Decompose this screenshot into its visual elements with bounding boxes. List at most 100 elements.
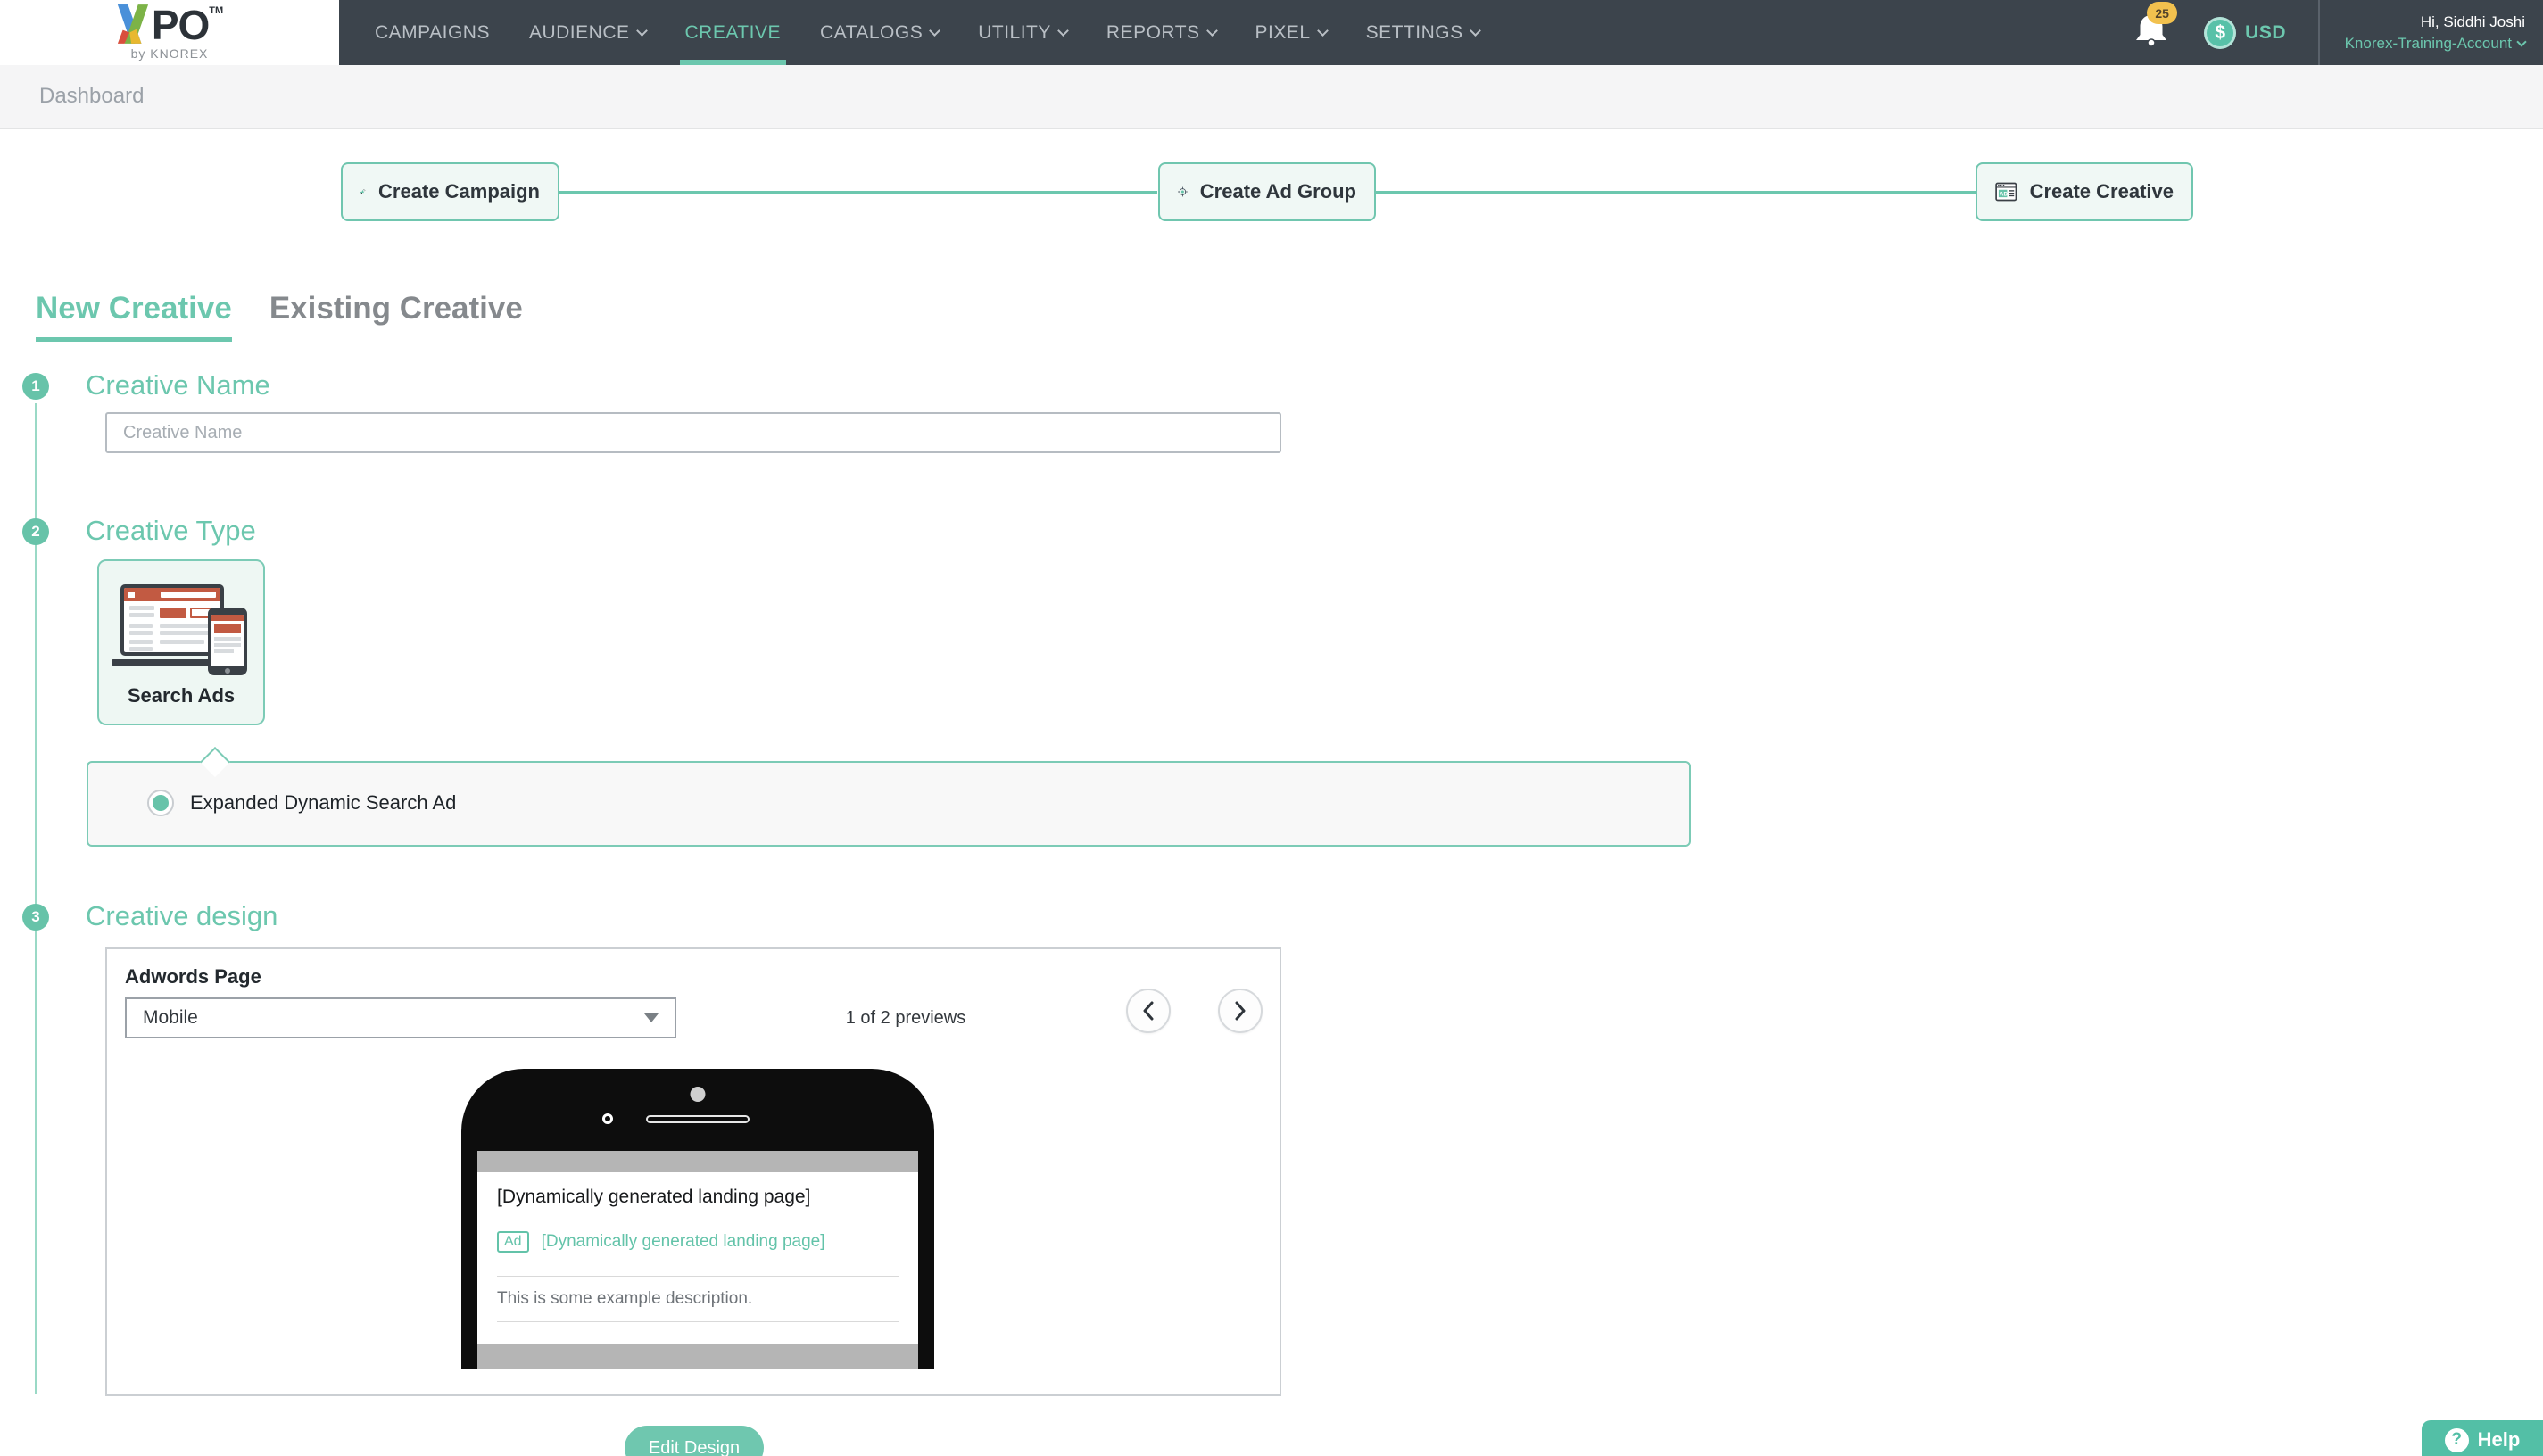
divider [497, 1276, 899, 1277]
dollar-coin-icon: $ [2204, 17, 2236, 49]
phone-speaker-icon [646, 1115, 750, 1123]
chevron-down-icon [929, 25, 940, 37]
notifications-button[interactable]: 25 [2134, 12, 2168, 53]
section-2-title: Creative Type [86, 515, 256, 547]
step-create-creative[interactable]: AD Create Creative [1976, 162, 2193, 221]
stepper-connector [559, 191, 1157, 194]
radio-expanded-dynamic-search-ad[interactable]: Expanded Dynamic Search Ad [147, 790, 456, 816]
top-navbar: PO TM by KNOREX CAMPAIGNS AUDIENCE CREAT… [0, 0, 2543, 65]
chevron-down-icon [636, 25, 648, 37]
phone-frame: [Dynamically generated landing page] Ad … [461, 1069, 934, 1369]
select-caret-icon [644, 1013, 659, 1022]
user-greeting: Hi, Siddhi Joshi [2320, 13, 2525, 31]
creative-subtype-panel: Expanded Dynamic Search Ad [87, 761, 1691, 847]
logo-tm: TM [209, 6, 223, 16]
chevron-down-icon [1057, 25, 1069, 37]
phone-status-bar [477, 1151, 918, 1172]
adwords-page-label: Adwords Page [125, 965, 261, 989]
preview-counter: 1 of 2 previews [794, 1008, 1017, 1029]
nav-item-reports[interactable]: REPORTS [1087, 0, 1236, 65]
divider [497, 1321, 899, 1322]
nav-item-campaigns[interactable]: CAMPAIGNS [355, 0, 509, 65]
xpo-logo[interactable]: PO TM by KNOREX [0, 0, 339, 65]
nav-item-catalogs[interactable]: CATALOGS [800, 0, 958, 65]
nav-label: AUDIENCE [529, 22, 630, 44]
nav-item-pixel[interactable]: PIXEL [1236, 0, 1346, 65]
user-menu[interactable]: Hi, Siddhi Joshi Knorex-Training-Account [2320, 13, 2543, 53]
tab-existing-creative[interactable]: Existing Creative [269, 291, 523, 342]
nav-item-utility[interactable]: UTILITY [958, 0, 1087, 65]
device-select-value: Mobile [143, 1007, 198, 1029]
main-nav: CAMPAIGNS AUDIENCE CREATIVE CATALOGS UTI… [355, 0, 1499, 65]
nav-item-settings[interactable]: SETTINGS [1346, 0, 1499, 65]
serp-ad-row: Ad [Dynamically generated landing page] [497, 1231, 899, 1253]
nav-label: CATALOGS [820, 22, 923, 44]
step-create-campaign[interactable]: Create Campaign [341, 162, 559, 221]
nav-item-audience[interactable]: AUDIENCE [509, 0, 666, 65]
edit-design-button[interactable]: Edit Design [625, 1426, 764, 1456]
creative-tabs: New Creative Existing Creative [36, 291, 560, 342]
target-icon [1178, 173, 1188, 211]
nav-label: SETTINGS [1366, 22, 1463, 44]
currency-code: USD [2245, 22, 2286, 44]
logo-text: PO [152, 4, 209, 46]
svg-text:AD: AD [2000, 191, 2008, 197]
section-3-title: Creative design [86, 900, 277, 932]
stepper-connector [1376, 191, 1976, 194]
phone-sensor-icon [602, 1113, 613, 1124]
ad-window-icon: AD [1995, 175, 2017, 209]
breadcrumb-dashboard[interactable]: Dashboard [39, 84, 144, 109]
currency-selector[interactable]: $ USD [2204, 17, 2286, 49]
creative-design-panel: Adwords Page Mobile 1 of 2 previews [105, 947, 1281, 1396]
section-3-badge: 3 [22, 904, 49, 931]
serp-title: [Dynamically generated landing page] [497, 1187, 899, 1208]
phone-screen: [Dynamically generated landing page] Ad … [477, 1151, 918, 1369]
chevron-down-icon [1206, 25, 1218, 37]
nav-label: CAMPAIGNS [375, 22, 490, 44]
device-select[interactable]: Mobile [125, 997, 676, 1038]
chevron-down-icon [2516, 37, 2526, 46]
question-mark-icon: ? [2445, 1428, 2469, 1452]
nav-label: REPORTS [1106, 22, 1200, 44]
card-label: Search Ads [99, 684, 263, 707]
step-create-ad-group[interactable]: Create Ad Group [1158, 162, 1376, 221]
step-label: Create Ad Group [1200, 180, 1356, 203]
section-1-title: Creative Name [86, 369, 270, 401]
phone-camera-icon [691, 1087, 706, 1102]
chevron-down-icon [1317, 25, 1329, 37]
phone-graphic [208, 608, 247, 675]
tab-new-creative[interactable]: New Creative [36, 291, 232, 342]
section-connector-line [35, 403, 37, 1394]
account-selector[interactable]: Knorex-Training-Account [2345, 35, 2525, 53]
serp-preview: [Dynamically generated landing page] Ad … [477, 1172, 918, 1344]
breadcrumb: Dashboard [0, 65, 2543, 129]
next-preview-button[interactable] [1218, 989, 1263, 1033]
step-label: Create Creative [2030, 180, 2174, 203]
nav-item-creative[interactable]: CREATIVE [666, 0, 800, 65]
chevron-right-icon [1233, 1000, 1247, 1022]
xpo-logo-row: PO TM [116, 4, 223, 46]
section-2-badge: 2 [22, 518, 49, 545]
chevron-left-icon [1141, 1000, 1156, 1022]
mobile-preview: [Dynamically generated landing page] Ad … [461, 1069, 934, 1369]
creative-type-card-search-ads[interactable]: Search Ads [97, 559, 265, 725]
radio-label: Expanded Dynamic Search Ad [190, 791, 456, 815]
xpo-app: PO TM by KNOREX CAMPAIGNS AUDIENCE CREAT… [0, 0, 2543, 1456]
step-label: Create Campaign [378, 180, 540, 203]
ad-link: [Dynamically generated landing page] [542, 1232, 825, 1252]
megaphone-icon [360, 174, 366, 210]
serp-description: This is some example description. [497, 1289, 899, 1309]
ad-badge: Ad [497, 1231, 529, 1253]
help-button[interactable]: ? Help [2422, 1420, 2543, 1456]
notification-count-badge: 25 [2147, 2, 2177, 24]
section-1-badge: 1 [22, 373, 49, 400]
panel-notch [200, 747, 230, 777]
creative-name-input[interactable] [105, 412, 1281, 453]
radio-button-selected[interactable] [147, 790, 174, 816]
nav-label: UTILITY [978, 22, 1051, 44]
previous-preview-button[interactable] [1126, 989, 1171, 1033]
logo-byline: by KNOREX [131, 46, 209, 61]
chevron-down-icon [1470, 25, 1481, 37]
nav-label: CREATIVE [685, 22, 781, 44]
navbar-right: 25 $ USD Hi, Siddhi Joshi Knorex-Trainin… [2134, 0, 2543, 65]
